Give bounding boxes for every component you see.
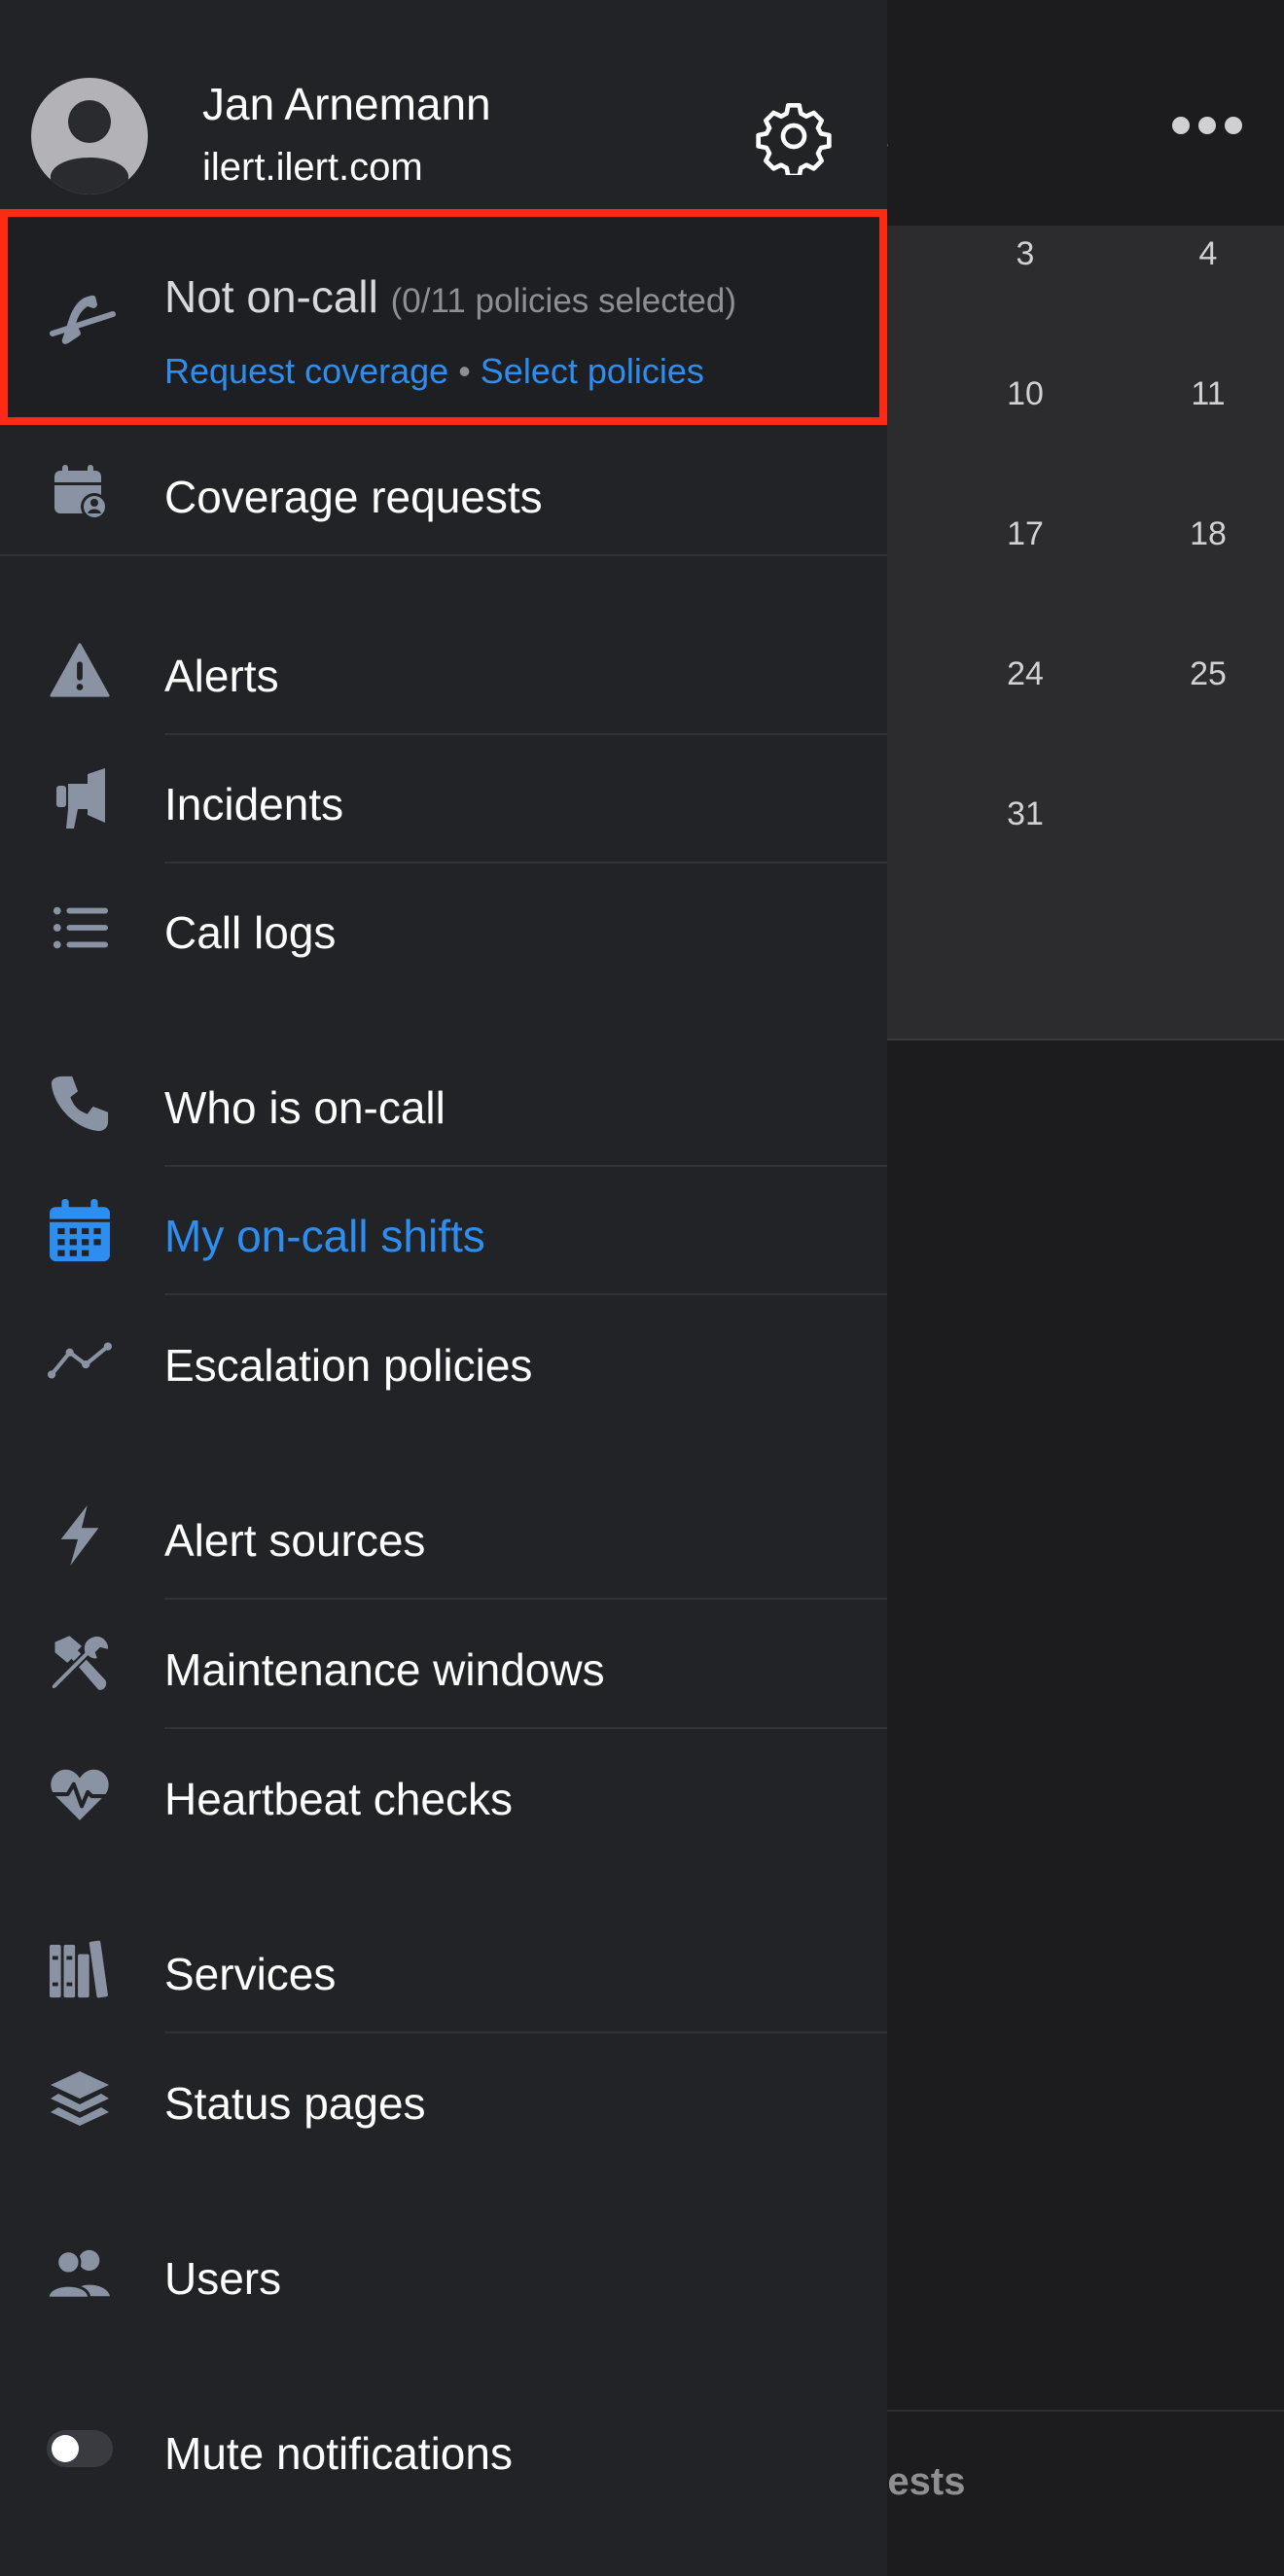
menu-item-maintenance-windows[interactable]: Maintenance windows <box>0 1601 887 1729</box>
menu-item-users[interactable]: Users <box>0 2209 887 2338</box>
menu-item-status-pages[interactable]: Status pages <box>0 2034 887 2163</box>
mute-notifications-toggle[interactable] <box>47 2416 113 2482</box>
menu-item-alert-sources[interactable]: Alert sources <box>0 1471 887 1600</box>
menu-item-mute-notifications[interactable]: Mute notifications <box>0 2384 887 2513</box>
profile-name: Jan Arnemann <box>202 79 491 129</box>
oncall-actions: Request coverage • Select policies <box>164 351 704 392</box>
request-coverage-link[interactable]: Request coverage <box>164 351 448 391</box>
policies-selected-count: (0/11 policies selected) <box>390 282 737 320</box>
calendar-icon <box>47 1198 113 1264</box>
layers-icon <box>47 2065 113 2132</box>
menu-item-my-oncall-shifts[interactable]: My on-call shifts <box>0 1167 887 1295</box>
calendar-day[interactable]: 31 <box>967 795 1084 833</box>
list-icon <box>47 895 113 961</box>
calendar-day[interactable]: 17 <box>967 515 1084 553</box>
heartbeat-icon <box>47 1761 113 1827</box>
menu-item-label: Who is on-call <box>164 1082 446 1133</box>
calendar-day[interactable]: 4 <box>1150 235 1266 273</box>
tools-icon <box>47 1632 113 1698</box>
avatar[interactable] <box>31 78 148 194</box>
menu-item-escalation-policies[interactable]: Escalation policies <box>0 1296 887 1425</box>
menu-item-label: Escalation policies <box>164 1340 533 1391</box>
settings-button[interactable] <box>755 97 833 179</box>
calendar-day[interactable]: 24 <box>967 655 1084 693</box>
oncall-status: Not on-call (0/11 policies selected) <box>164 270 736 323</box>
profile-domain: ilert.ilert.com <box>202 146 423 189</box>
menu-item-label: Maintenance windows <box>164 1644 605 1695</box>
divider <box>164 2031 887 2033</box>
calendar-day[interactable]: 25 <box>1150 655 1266 693</box>
menu-item-services[interactable]: Services <box>0 1905 887 2033</box>
line-chart-icon <box>47 1327 113 1394</box>
oncall-status-card[interactable]: Not on-call (0/11 policies selected) Req… <box>0 209 887 425</box>
menu-item-label: My on-call shifts <box>164 1211 485 1261</box>
phone-off-icon <box>45 285 123 363</box>
books-icon <box>47 1936 113 2002</box>
menu-item-label: Heartbeat checks <box>164 1774 513 1824</box>
oncall-status-label: Not on-call <box>164 271 378 322</box>
menu-item-label: Status pages <box>164 2078 426 2129</box>
divider <box>164 1598 887 1600</box>
screen: ▾ 3 4 10 11 17 18 24 25 31 uests Jan Arn… <box>0 0 1284 2576</box>
warning-triangle-icon <box>47 638 113 704</box>
more-options-icon[interactable] <box>1172 117 1242 134</box>
user-avatar-icon <box>51 100 128 194</box>
menu-item-label: Alerts <box>164 651 279 701</box>
calendar-user-icon <box>47 459 113 525</box>
select-policies-link[interactable]: Select policies <box>481 351 704 391</box>
menu-item-alerts[interactable]: Alerts <box>0 607 887 735</box>
divider <box>164 1727 887 1729</box>
divider <box>164 1293 887 1295</box>
link-separator: • <box>458 351 471 391</box>
bolt-icon <box>47 1502 113 1569</box>
menu-item-label: Users <box>164 2253 282 2304</box>
menu-item-heartbeat-checks[interactable]: Heartbeat checks <box>0 1730 887 1858</box>
background-calendar: 3 4 10 11 17 18 24 25 31 <box>887 226 1284 1041</box>
menu-item-label: Coverage requests <box>164 472 543 522</box>
phone-icon <box>47 1070 113 1136</box>
profile-header: Jan Arnemann ilert.ilert.com <box>0 0 887 209</box>
menu-item-label: Mute notifications <box>164 2428 513 2479</box>
gear-icon <box>756 103 832 179</box>
menu-item-label: Alert sources <box>164 1515 426 1566</box>
menu-item-who-is-oncall[interactable]: Who is on-call <box>0 1039 887 1167</box>
calendar-day[interactable]: 18 <box>1150 515 1266 553</box>
background-tabbar-divider <box>887 2410 1284 2412</box>
menu-item-call-logs[interactable]: Call logs <box>0 864 887 992</box>
section-divider <box>0 554 887 556</box>
navigation-drawer: Jan Arnemann ilert.ilert.com Not on-call… <box>0 0 887 2576</box>
menu-item-label: Services <box>164 1949 337 1999</box>
menu-item-incidents[interactable]: Incidents <box>0 735 887 864</box>
megaphone-icon <box>47 766 113 832</box>
toggle-switch[interactable] <box>47 2430 113 2467</box>
menu-item-label: Incidents <box>164 779 344 829</box>
calendar-day[interactable]: 10 <box>967 375 1084 413</box>
menu-item-label: Call logs <box>164 907 337 958</box>
users-icon <box>47 2241 113 2307</box>
calendar-day[interactable]: 11 <box>1150 375 1266 413</box>
menu-item-coverage-requests[interactable]: Coverage requests <box>0 428 887 556</box>
calendar-day[interactable]: 3 <box>967 235 1084 273</box>
